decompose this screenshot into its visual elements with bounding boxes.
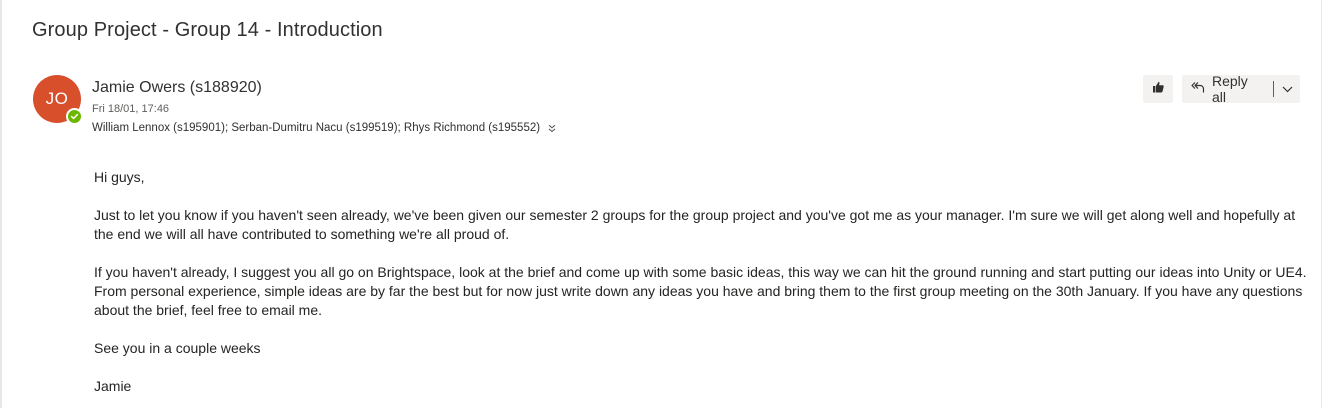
recipients-line: William Lennox (s195901); Serban-Dumitru… xyxy=(92,122,556,134)
sent-datetime: Fri 18/01, 17:46 xyxy=(92,103,170,115)
body-signature: Jamie xyxy=(94,378,132,394)
sender-name[interactable]: Jamie Owers (s188920) xyxy=(92,79,262,97)
reply-all-split-button: Reply all xyxy=(1182,73,1300,105)
body-paragraph: Just to let you know if you haven't seen… xyxy=(94,207,1296,242)
message-body: Hi guys, Just to let you know if you hav… xyxy=(94,168,1309,415)
body-paragraph: Hi guys, xyxy=(94,169,145,185)
presence-available-icon xyxy=(66,108,83,125)
pane-left-border xyxy=(0,0,2,408)
chevron-down-icon xyxy=(1282,80,1293,98)
reply-all-button[interactable]: Reply all xyxy=(1182,73,1273,105)
like-button[interactable] xyxy=(1143,75,1173,103)
recipients-list[interactable]: William Lennox (s195901); Serban-Dumitru… xyxy=(92,122,540,134)
avatar-initials: JO xyxy=(45,89,69,108)
body-paragraph: If you haven't already, I suggest you al… xyxy=(94,264,1307,318)
double-chevron-down-icon[interactable] xyxy=(548,124,556,133)
email-subject: Group Project - Group 14 - Introduction xyxy=(32,19,383,41)
reply-options-button[interactable] xyxy=(1274,75,1300,103)
reply-all-icon xyxy=(1190,79,1206,100)
thumbs-up-icon xyxy=(1150,79,1166,100)
reply-all-label: Reply all xyxy=(1212,73,1248,105)
body-paragraph: See you in a couple weeks xyxy=(94,340,261,356)
